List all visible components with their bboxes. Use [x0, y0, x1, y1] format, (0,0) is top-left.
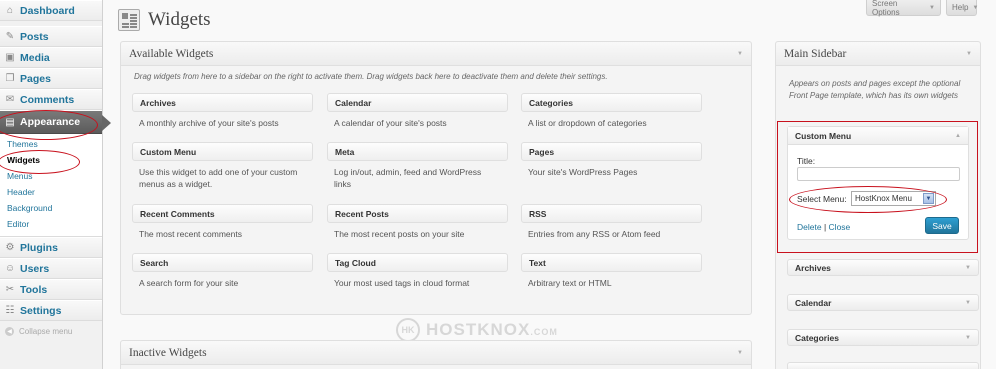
submenu-editor[interactable]: Editor	[0, 216, 102, 232]
plugin-icon: ⚙	[5, 242, 15, 253]
admin-menu: ⌂ Dashboard ✎ Posts ▣ Media ❐ Pages ✉ Comment…	[0, 0, 111, 369]
title-label: Title:	[797, 156, 816, 166]
widget-search[interactable]: Search A search form for your site	[132, 253, 313, 289]
menu-plugins[interactable]: ⚙ Plugins	[0, 237, 102, 258]
select-menu-dropdown[interactable]: HostKnox Menu ▼	[851, 191, 936, 206]
hostknox-watermark: HK HOSTKNOX.COM	[396, 318, 558, 342]
inactive-widgets-panel: Inactive Widgets ▼	[120, 340, 752, 369]
custom-menu-widget-header[interactable]: Custom Menu ▲	[788, 127, 968, 145]
toggle-arrow-icon[interactable]: ▼	[966, 51, 972, 57]
widget-meta[interactable]: Meta Log in/out, admin, feed and WordPre…	[327, 142, 508, 190]
menu-comments[interactable]: ✉ Comments	[0, 89, 102, 110]
menu-pages[interactable]: ❐ Pages	[0, 68, 102, 89]
help-button[interactable]: Help ▼	[946, 0, 979, 16]
available-widgets-description: Drag widgets from here to a sidebar on t…	[134, 72, 608, 81]
widget-recent-posts[interactable]: Recent Posts The most recent posts on yo…	[327, 204, 508, 240]
submenu-themes[interactable]: Themes	[0, 136, 102, 152]
pin-icon: ✎	[5, 31, 15, 42]
collapse-icon: ◀	[5, 326, 14, 336]
inactive-widgets-header[interactable]: Inactive Widgets ▼	[121, 341, 751, 365]
submenu-menus[interactable]: Menus	[0, 168, 102, 184]
available-widgets-title: Available Widgets	[129, 47, 214, 60]
widgets-page-icon	[118, 9, 140, 31]
inactive-widgets-title: Inactive Widgets	[129, 346, 207, 359]
sidebar-widget-calendar[interactable]: Calendar ▼	[787, 294, 979, 311]
menu-media[interactable]: ▣ Media	[0, 47, 102, 68]
widget-rss[interactable]: RSS Entries from any RSS or Atom feed	[521, 204, 702, 240]
widget-archives[interactable]: Archives A monthly archive of your site'…	[132, 93, 313, 129]
widget-categories[interactable]: Categories A list or dropdown of categor…	[521, 93, 702, 129]
collapse-menu[interactable]: ◀ Collapse menu	[0, 321, 102, 341]
toggle-arrow-icon[interactable]: ▼	[965, 265, 971, 271]
toggle-arrow-icon[interactable]: ▼	[965, 335, 971, 341]
title-input[interactable]	[797, 167, 960, 181]
comment-icon: ✉	[5, 94, 15, 105]
menu-settings[interactable]: ☷ Settings	[0, 300, 102, 321]
settings-icon: ☷	[5, 305, 15, 316]
main-sidebar-description: Appears on posts and pages except the op…	[789, 79, 961, 100]
menu-users[interactable]: ☺ Users	[0, 258, 102, 279]
pages-icon: ❐	[5, 73, 15, 84]
widget-text[interactable]: Text Arbitrary text or HTML	[521, 253, 702, 289]
chevron-down-icon: ▼	[929, 4, 935, 11]
select-menu-label: Select Menu:	[797, 194, 847, 204]
delete-link[interactable]: Delete	[797, 222, 822, 232]
save-button[interactable]: Save	[925, 217, 959, 234]
close-link[interactable]: Close	[829, 222, 851, 232]
menu-tools[interactable]: ✂ Tools	[0, 279, 102, 300]
widget-custom-menu[interactable]: Custom Menu Use this widget to add one o…	[132, 142, 313, 190]
main-sidebar-header[interactable]: Main Sidebar ▼	[776, 42, 980, 66]
dashboard-icon: ⌂	[6, 5, 14, 16]
menu-dashboard[interactable]: ⌂ Dashboard	[0, 0, 102, 21]
widget-recent-comments[interactable]: Recent Comments The most recent comments	[132, 204, 313, 240]
available-widgets-header[interactable]: Available Widgets ▼	[121, 42, 751, 66]
screen-options-button[interactable]: Screen Options ▼	[866, 0, 941, 17]
chevron-down-icon: ▼	[972, 4, 979, 11]
widget-calendar[interactable]: Calendar A calendar of your site's posts	[327, 93, 508, 129]
custom-menu-widget: Custom Menu ▲ Title: Select Menu: HostKn…	[787, 126, 969, 240]
toggle-arrow-icon[interactable]: ▼	[965, 300, 971, 306]
tools-icon: ✂	[5, 284, 15, 295]
menu-posts[interactable]: ✎ Posts	[0, 26, 102, 47]
sidebar-widget-archives[interactable]: Archives ▼	[787, 259, 979, 276]
sidebar-widget-categories[interactable]: Categories ▼	[787, 329, 979, 346]
page-title: Widgets	[148, 9, 211, 30]
appearance-icon: ▤	[5, 116, 15, 128]
submenu-widgets[interactable]: Widgets	[0, 152, 102, 168]
toggle-arrow-icon[interactable]: ▼	[737, 350, 743, 356]
submenu-header[interactable]: Header	[0, 184, 102, 200]
main-sidebar-title: Main Sidebar	[784, 47, 847, 60]
menu-appearance[interactable]: ▤ Appearance	[0, 110, 111, 134]
media-icon: ▣	[5, 52, 15, 63]
appearance-submenu: Themes Widgets Menus Header Background E…	[0, 134, 102, 237]
hostknox-logo-icon: HK	[396, 318, 420, 342]
toggle-arrow-icon[interactable]: ▲	[955, 133, 961, 139]
users-icon: ☺	[4, 263, 16, 274]
widget-tag-cloud[interactable]: Tag Cloud Your most used tags in cloud f…	[327, 253, 508, 289]
available-widgets-panel: Available Widgets ▼ Drag widgets from he…	[120, 41, 752, 315]
submenu-background[interactable]: Background	[0, 200, 102, 216]
widget-pages[interactable]: Pages Your site's WordPress Pages	[521, 142, 702, 178]
chevron-down-icon: ▼	[923, 193, 934, 204]
sidebar-widget-partial[interactable]	[787, 362, 979, 369]
toggle-arrow-icon[interactable]: ▼	[737, 51, 743, 57]
